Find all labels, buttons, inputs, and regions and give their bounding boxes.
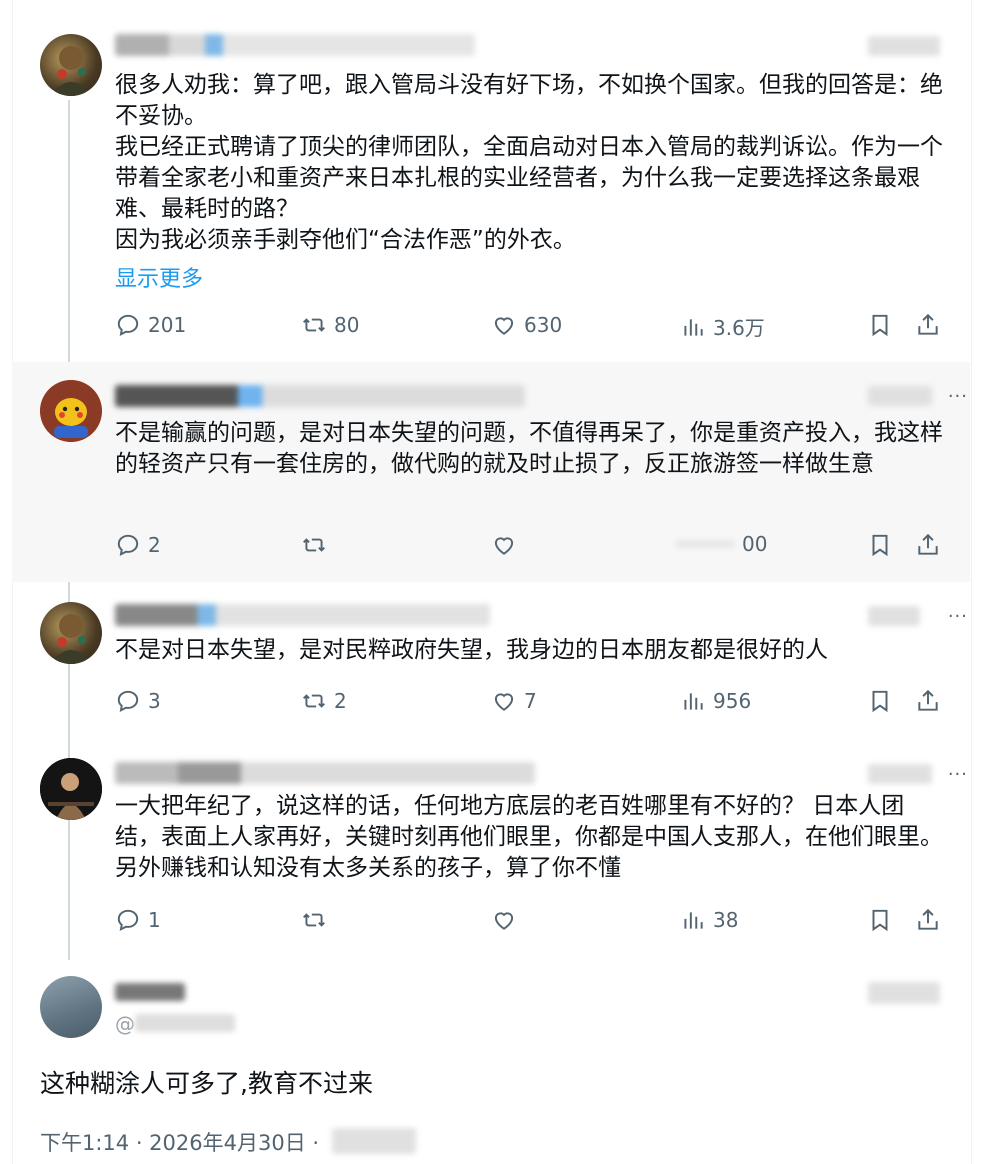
- share-button[interactable]: [915, 688, 941, 714]
- share-button[interactable]: [915, 532, 941, 558]
- avatar-image: [40, 380, 102, 442]
- avatar[interactable]: [40, 976, 102, 1038]
- timestamp-redacted: [868, 386, 932, 406]
- share-button[interactable]: [915, 312, 941, 338]
- repost-icon: [303, 913, 325, 927]
- repost-button[interactable]: [301, 907, 327, 933]
- like-button[interactable]: [491, 907, 517, 933]
- follow-redacted: [868, 982, 940, 1004]
- share-icon: [918, 313, 938, 335]
- views-count: 38: [713, 908, 739, 932]
- bookmark-button[interactable]: [867, 907, 893, 933]
- like-icon: [494, 912, 514, 930]
- display-name-redacted: [115, 34, 475, 56]
- bookmark-icon: [872, 909, 888, 932]
- bookmark-icon: [872, 314, 888, 337]
- post-text: 一大把年纪了，说这样的话，任何地方底层的老百姓哪里有不好的？ 日本人团结，表面上…: [115, 793, 943, 881]
- repost-icon: [303, 538, 325, 552]
- action-bar: 2 00: [115, 532, 945, 562]
- views-count: 956: [713, 689, 752, 713]
- more-options-icon[interactable]: ···: [948, 764, 968, 785]
- action-bar: 3 2 7 956: [115, 688, 945, 718]
- reply-icon: [117, 314, 139, 336]
- like-count: 7: [524, 689, 537, 713]
- repost-icon: [303, 694, 325, 708]
- display-name-redacted: [115, 762, 535, 784]
- views-icon: [684, 318, 703, 336]
- reply-count: 2: [148, 533, 161, 557]
- share-button[interactable]: [915, 907, 941, 933]
- post-text: 不是输赢的问题，是对日本失望的问题，不值得再呆了，你是重资产投入，我这样的轻资产…: [115, 420, 943, 477]
- views-icon: [684, 693, 703, 710]
- main-post-text: 这种糊涂人可多了,教育不过来: [40, 1069, 373, 1098]
- reply-button[interactable]: 2: [115, 532, 161, 558]
- avatar-image: [40, 758, 102, 820]
- views-count: 00: [742, 532, 768, 556]
- reply-icon: [117, 534, 139, 556]
- views-button[interactable]: 3.6万: [680, 312, 765, 341]
- share-icon: [918, 689, 938, 711]
- views-redacted: [332, 1128, 416, 1154]
- reply-count: 3: [148, 689, 161, 713]
- action-bar: 201 80 630 3.6万: [115, 312, 945, 342]
- avatar-image: [50, 614, 92, 664]
- timestamp-text: 下午1:14 · 2026年4月30日 ·: [40, 1131, 320, 1155]
- post-text: 不是对日本失望，是对民粹政府失望，我身边的日本朋友都是很好的人: [115, 637, 828, 663]
- like-button[interactable]: [491, 532, 517, 558]
- views-button[interactable]: 956: [680, 688, 751, 714]
- reply-button[interactable]: 201: [115, 312, 186, 338]
- reply-icon: [117, 690, 139, 712]
- reply-icon: [117, 909, 139, 931]
- show-more-link[interactable]: 显示更多: [115, 261, 203, 293]
- share-icon: [918, 908, 938, 930]
- avatar[interactable]: [40, 380, 102, 442]
- like-button[interactable]: 630: [491, 312, 562, 338]
- repost-count: 2: [334, 689, 347, 713]
- post-timestamp[interactable]: 下午1:14 · 2026年4月30日 ·: [40, 1127, 319, 1157]
- reply-count: 201: [148, 313, 187, 337]
- repost-button[interactable]: [301, 532, 327, 558]
- more-options-icon[interactable]: ···: [948, 386, 968, 407]
- like-button[interactable]: 7: [491, 688, 537, 714]
- avatar[interactable]: [40, 758, 102, 820]
- reply-count: 1: [148, 908, 161, 932]
- views-button[interactable]: 00: [675, 532, 767, 556]
- more-options-icon[interactable]: ···: [948, 606, 968, 627]
- avatar[interactable]: [40, 602, 102, 664]
- handle-prefix: @: [115, 1012, 135, 1036]
- timestamp-redacted: [868, 606, 920, 626]
- like-count: 630: [524, 313, 563, 337]
- avatar[interactable]: [40, 34, 102, 96]
- repost-count: 80: [334, 313, 360, 337]
- display-name-redacted: [115, 983, 185, 1001]
- bookmark-button[interactable]: [867, 688, 893, 714]
- repost-button[interactable]: 80: [301, 312, 359, 338]
- share-icon: [918, 533, 938, 555]
- handle-redacted: [135, 1014, 235, 1032]
- post-text: 很多人劝我：算了吧，跟入管局斗没有好下场，不如换个国家。但我的回答是：绝不妥协。…: [115, 72, 943, 253]
- avatar-image: [50, 46, 92, 96]
- display-name-redacted: [115, 604, 490, 626]
- views-icon-redacted: [675, 541, 735, 547]
- like-icon: [494, 317, 514, 335]
- like-icon: [494, 693, 514, 711]
- views-button[interactable]: 38: [680, 907, 738, 933]
- bookmark-icon: [872, 534, 888, 557]
- bookmark-button[interactable]: [867, 532, 893, 558]
- display-name-redacted: [115, 385, 525, 407]
- repost-icon: [303, 318, 325, 332]
- bookmark-icon: [872, 690, 888, 713]
- timestamp-redacted: [868, 764, 932, 784]
- timestamp-redacted: [868, 36, 940, 56]
- reply-button[interactable]: 3: [115, 688, 161, 714]
- like-icon: [494, 537, 514, 555]
- reply-button[interactable]: 1: [115, 907, 161, 933]
- bookmark-button[interactable]: [867, 312, 893, 338]
- views-icon: [684, 912, 703, 929]
- action-bar: 1 38: [115, 907, 945, 937]
- repost-button[interactable]: 2: [301, 688, 347, 714]
- views-count: 3.6万: [713, 316, 765, 340]
